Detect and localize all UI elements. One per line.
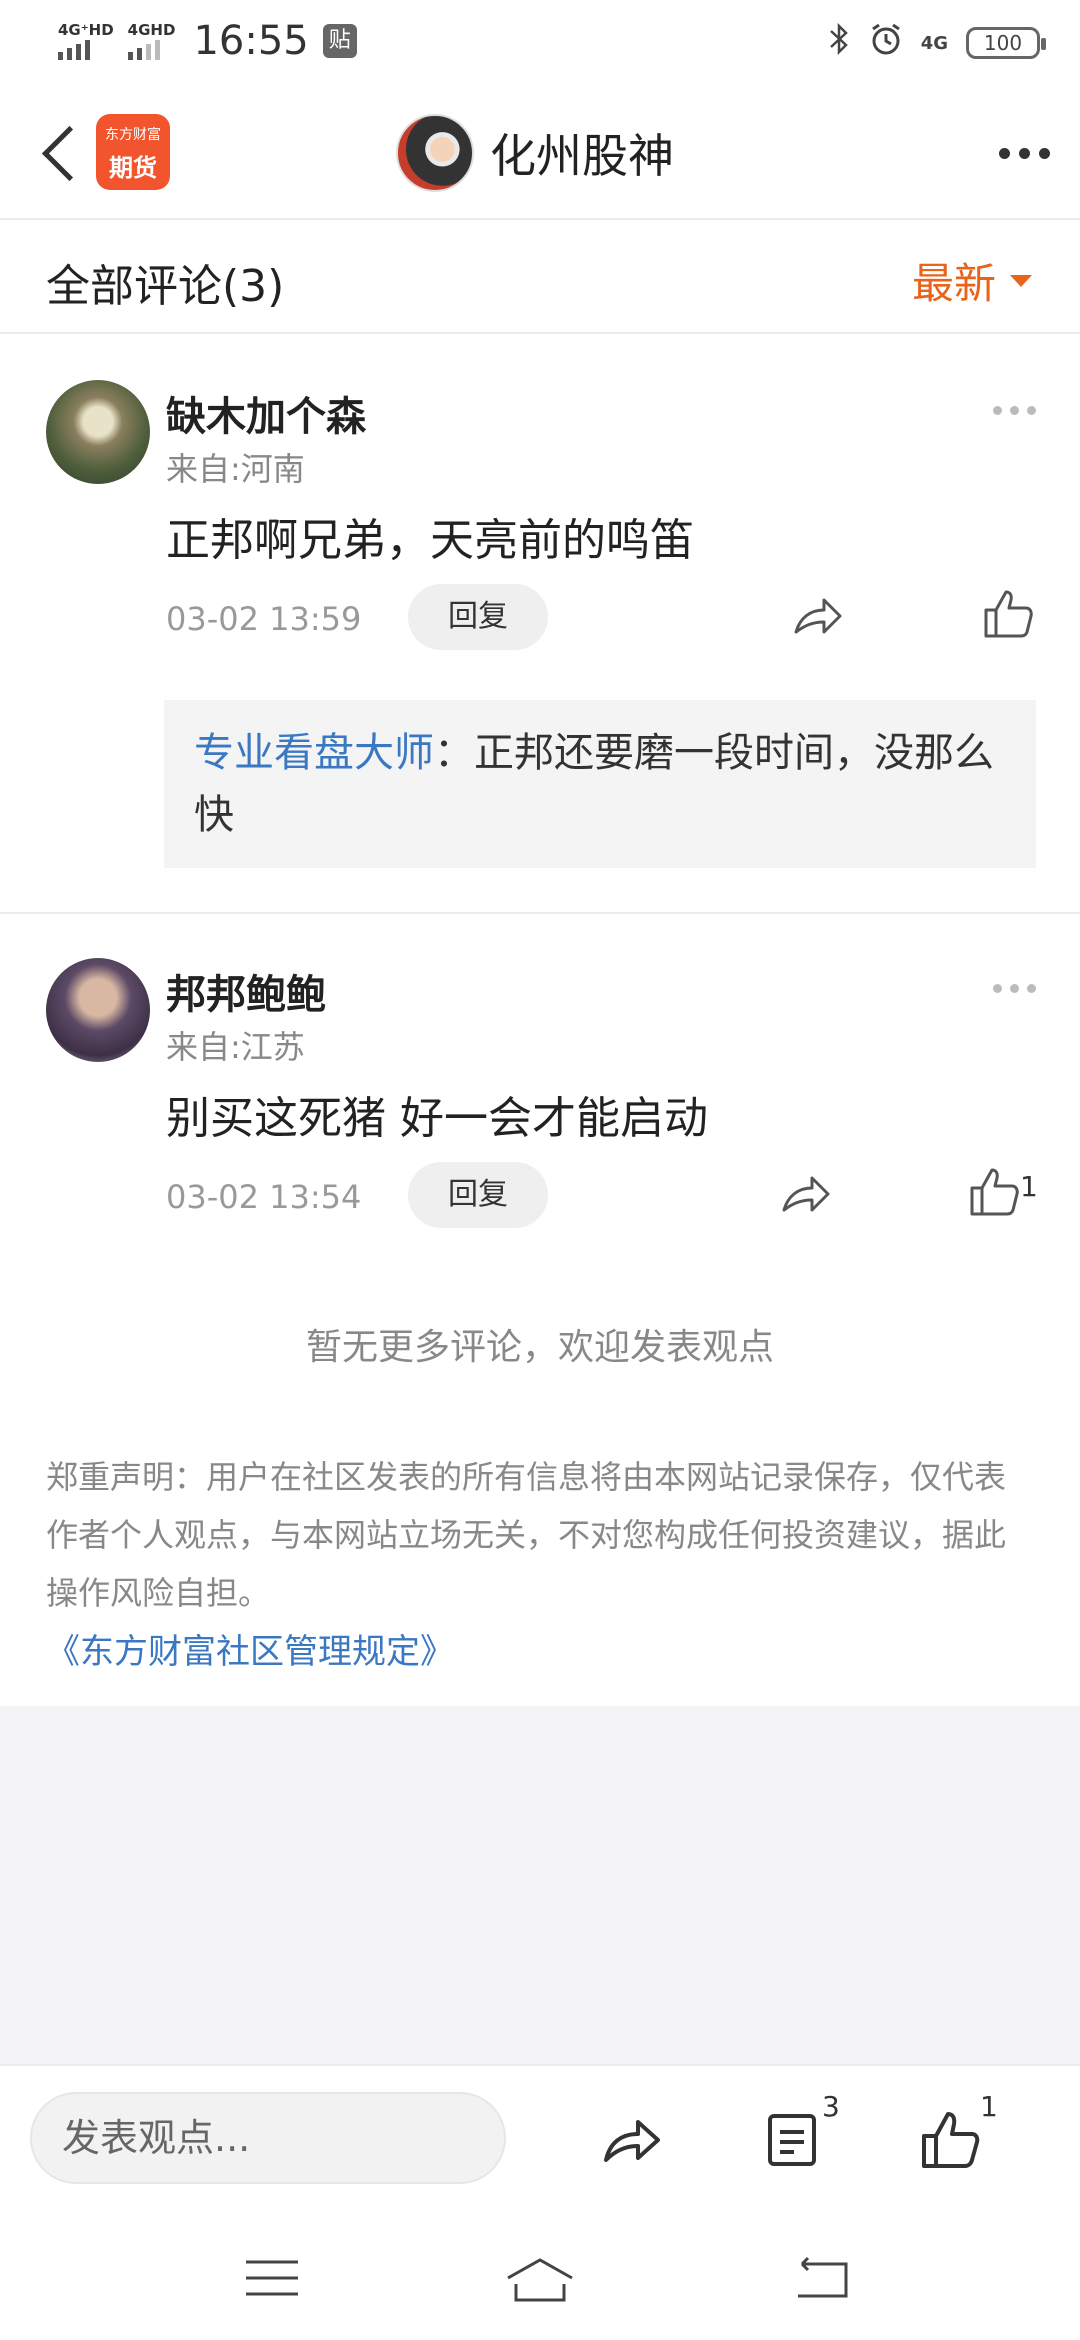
like-count: 1 — [1020, 1170, 1038, 1203]
back-nav-icon[interactable] — [792, 2256, 852, 2300]
bottom-action-bar: 发表观点... 3 1 — [0, 2064, 1080, 2210]
share-icon[interactable] — [600, 2108, 664, 2172]
status-time: 16:55 — [193, 18, 309, 64]
sub-reply-username[interactable]: 专业看盘大师 — [194, 730, 434, 776]
top-nav-bar: 东方财富 期货 化州股神 — [0, 86, 1080, 220]
no-more-comments: 暂无更多评论，欢迎发表观点 — [305, 1327, 774, 1368]
sub-reply[interactable]: 专业看盘大师：正邦还要磨一段时间，没那么快 — [164, 700, 1036, 868]
comment-count: 3 — [822, 2090, 840, 2123]
comment-icon[interactable] — [760, 2108, 824, 2172]
share-icon[interactable] — [790, 588, 846, 644]
comment-username[interactable]: 缺木加个森 — [166, 384, 366, 442]
comments-header: 全部评论(3) 最新 — [0, 222, 1080, 334]
menu-icon[interactable] — [244, 2256, 300, 2300]
comment-location: 来自:江苏 — [166, 1028, 305, 1066]
back-button[interactable] — [36, 120, 88, 184]
status-bar: 4G⁺HD 4GHD 16:55 贴 4G 100 — [0, 0, 1080, 86]
reply-button[interactable]: 回复 — [408, 584, 548, 650]
app-logo-brand: 东方财富 — [105, 127, 161, 143]
page-title: 化州股神 — [490, 129, 674, 183]
sim1-label: 4G⁺HD — [58, 21, 114, 39]
home-icon[interactable] — [504, 2256, 576, 2304]
sim2-label: 4GHD — [127, 21, 176, 39]
comment-item: 缺木加个森 来自:河南 正邦啊兄弟，天亮前的鸣笛 03-02 13:59 回复 … — [0, 336, 1080, 912]
avatar[interactable] — [46, 380, 150, 484]
page-title-group[interactable]: 化州股神 — [396, 114, 674, 192]
share-icon[interactable] — [778, 1166, 834, 1222]
battery-icon: 100 — [966, 27, 1046, 59]
comment-item: 邦邦鲍鲍 来自:江苏 别买这死猪 好一会才能启动 03-02 13:54 回复 … — [0, 914, 1080, 1254]
like-icon[interactable] — [980, 586, 1036, 642]
sort-dropdown[interactable]: 最新 — [912, 250, 1032, 311]
comment-time: 03-02 13:59 — [166, 600, 362, 638]
comment-text: 正邦啊兄弟，天亮前的鸣笛 — [166, 515, 694, 566]
caret-down-icon — [1010, 274, 1032, 287]
sort-label: 最新 — [911, 259, 996, 308]
signal-icon-sim2: 4GHD — [127, 21, 176, 60]
system-nav-bar — [0, 2210, 1080, 2340]
comments-count: 全部评论(3) — [46, 261, 285, 312]
like-icon[interactable] — [966, 1164, 1022, 1220]
comment-more-button[interactable] — [993, 406, 1036, 415]
app-logo[interactable]: 东方财富 期货 — [96, 114, 170, 190]
bluetooth-icon — [827, 22, 851, 64]
comment-time: 03-02 13:54 — [166, 1178, 362, 1216]
alarm-icon — [869, 22, 903, 64]
comment-text: 别买这死猪 好一会才能启动 — [166, 1093, 708, 1144]
avatar[interactable] — [46, 958, 150, 1062]
user-avatar[interactable] — [396, 114, 474, 192]
comment-more-button[interactable] — [993, 984, 1036, 993]
disclaimer-text: 郑重声明：用户在社区发表的所有信息将由本网站记录保存，仅代表作者个人观点，与本网… — [46, 1458, 1007, 1612]
comment-input[interactable]: 发表观点... — [30, 2092, 506, 2184]
app-logo-label: 期货 — [109, 154, 157, 182]
reply-button[interactable]: 回复 — [408, 1162, 548, 1228]
like-icon[interactable] — [918, 2108, 982, 2172]
more-options-button[interactable] — [999, 148, 1050, 159]
comment-username[interactable]: 邦邦鲍鲍 — [166, 962, 326, 1020]
community-rules-link[interactable]: 《东方财富社区管理规定》 — [46, 1624, 454, 1673]
comment-location: 来自:河南 — [166, 450, 305, 488]
notification-icon: 贴 — [322, 24, 357, 58]
empty-area — [0, 1706, 1080, 2064]
network-4g-icon: 4G — [920, 32, 948, 54]
signal-icon-sim1: 4G⁺HD — [58, 22, 114, 60]
like-count: 1 — [980, 2090, 998, 2123]
